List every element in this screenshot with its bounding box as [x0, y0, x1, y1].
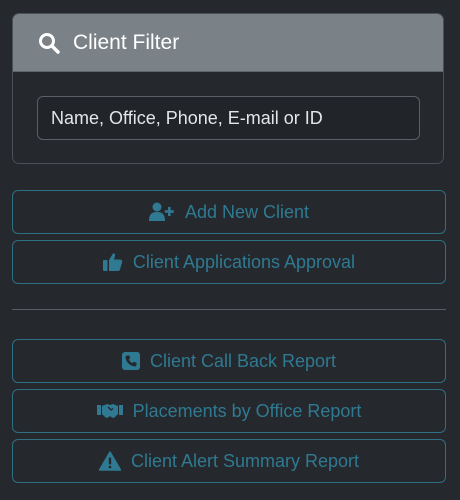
client-applications-approval-button[interactable]: Client Applications Approval — [12, 240, 446, 284]
client-filter-title: Client Filter — [73, 30, 180, 54]
client-filter-body — [13, 72, 443, 140]
client-call-back-report-button[interactable]: Client Call Back Report — [12, 339, 446, 383]
client-search-input[interactable] — [37, 96, 420, 140]
user-plus-icon — [148, 202, 175, 222]
search-icon — [37, 31, 61, 55]
add-new-client-label: Add New Client — [184, 201, 310, 222]
placements-by-office-report-button[interactable]: Placements by Office Report — [12, 389, 446, 433]
thumbs-up-icon — [102, 252, 123, 272]
section-divider — [12, 309, 446, 310]
phone-square-icon — [121, 352, 140, 370]
handshake-icon — [96, 402, 123, 420]
client-filter-panel: Client Filter — [12, 13, 444, 164]
client-filter-header: Client Filter — [13, 14, 443, 72]
warning-icon — [98, 451, 121, 471]
placements-by-office-report-label: Placements by Office Report — [132, 400, 362, 421]
add-new-client-button[interactable]: Add New Client — [12, 190, 446, 234]
client-applications-approval-label: Client Applications Approval — [132, 251, 356, 272]
client-alert-summary-report-button[interactable]: Client Alert Summary Report — [12, 439, 446, 483]
client-alert-summary-report-label: Client Alert Summary Report — [130, 450, 360, 471]
client-call-back-report-label: Client Call Back Report — [149, 350, 337, 371]
